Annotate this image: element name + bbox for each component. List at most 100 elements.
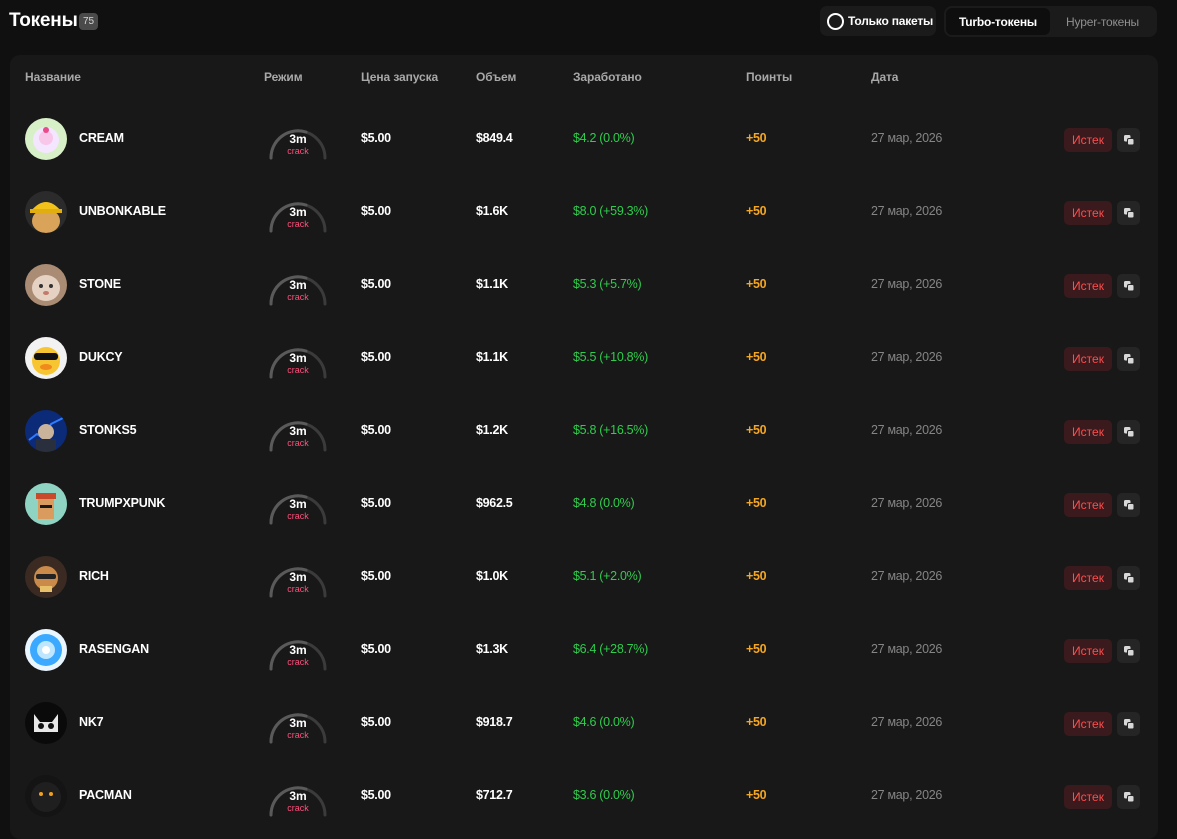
token-name[interactable]: PACMAN <box>79 788 132 802</box>
launch-price: $5.00 <box>361 423 391 437</box>
table-row[interactable]: TRUMPXPUNK 3m crack $5.00 $962.5 $4.8 (0.0%) +… <box>10 468 1158 541</box>
copy-button[interactable] <box>1117 128 1140 152</box>
volume: $712.7 <box>476 788 513 802</box>
points: +50 <box>746 131 767 145</box>
only-packets-toggle[interactable]: Только пакеты <box>820 6 936 36</box>
copy-button[interactable] <box>1117 420 1140 444</box>
trumpxpunk-avatar-icon <box>25 483 67 525</box>
mode-gauge: 3m crack <box>268 635 328 677</box>
volume: $1.1K <box>476 277 508 291</box>
token-name[interactable]: DUKCY <box>79 350 123 364</box>
mode-gauge: 3m crack <box>268 416 328 458</box>
column-header-volume[interactable]: Объем <box>476 70 516 84</box>
launch-price: $5.00 <box>361 131 391 145</box>
mode-gauge: 3m crack <box>268 708 328 750</box>
copy-button[interactable] <box>1117 712 1140 736</box>
mode-label: crack <box>287 219 309 229</box>
copy-button[interactable] <box>1117 493 1140 517</box>
copy-button[interactable] <box>1117 274 1140 298</box>
copy-icon <box>1123 134 1135 146</box>
rich-avatar-icon <box>25 556 67 598</box>
earned: $4.2 (0.0%) <box>573 131 635 145</box>
token-name[interactable]: UNBONKABLE <box>79 204 166 218</box>
token-name[interactable]: RASENGAN <box>79 642 149 656</box>
points: +50 <box>746 788 767 802</box>
launch-price: $5.00 <box>361 715 391 729</box>
copy-icon <box>1123 791 1135 803</box>
status-badge: Истек <box>1064 347 1112 371</box>
mode-time: 3m <box>289 497 307 511</box>
date: 27 мар, 2026 <box>871 277 943 291</box>
date: 27 мар, 2026 <box>871 642 943 656</box>
earned: $3.6 (0.0%) <box>573 788 635 802</box>
token-name[interactable]: RICH <box>79 569 109 583</box>
copy-button[interactable] <box>1117 785 1140 809</box>
dukcy-avatar-icon <box>25 337 67 379</box>
unbonkable-avatar-icon <box>25 191 67 233</box>
date: 27 мар, 2026 <box>871 715 943 729</box>
copy-button[interactable] <box>1117 639 1140 663</box>
mode-gauge: 3m crack <box>268 781 328 823</box>
points: +50 <box>746 715 767 729</box>
status-badge: Истек <box>1064 274 1112 298</box>
table-row[interactable]: PACMAN 3m crack $5.00 $712.7 $3.6 (0.0%) +50 27… <box>10 760 1158 833</box>
token-name[interactable]: CREAM <box>79 131 124 145</box>
mode-gauge: 3m crack <box>268 562 328 604</box>
token-name[interactable]: NK7 <box>79 715 104 729</box>
points: +50 <box>746 496 767 510</box>
copy-button[interactable] <box>1117 201 1140 225</box>
points: +50 <box>746 277 767 291</box>
table-row[interactable]: CREAM 3m crack $5.00 $849.4 $4.2 (0.0%) +50 27 … <box>10 103 1158 176</box>
earned: $6.4 (+28.7%) <box>573 642 648 656</box>
status-badge: Истек <box>1064 201 1112 225</box>
column-header-earned[interactable]: Заработано <box>573 70 642 84</box>
earned: $4.8 (0.0%) <box>573 496 635 510</box>
copy-button[interactable] <box>1117 347 1140 371</box>
column-header-date[interactable]: Дата <box>871 70 898 84</box>
mode-label: crack <box>287 438 309 448</box>
status-badge: Истек <box>1064 639 1112 663</box>
earned: $5.1 (+2.0%) <box>573 569 642 583</box>
date: 27 мар, 2026 <box>871 788 943 802</box>
copy-button[interactable] <box>1117 566 1140 590</box>
volume: $1.0K <box>476 569 508 583</box>
column-header-name[interactable]: Название <box>25 70 81 84</box>
status-badge: Истек <box>1064 128 1112 152</box>
table-row[interactable]: STONE 3m crack $5.00 $1.1K $5.3 (+5.7%) +50 27 … <box>10 249 1158 322</box>
column-header-points[interactable]: Поинты <box>746 70 792 84</box>
radio-circle-icon[interactable] <box>827 12 844 30</box>
mode-label: crack <box>287 146 309 156</box>
page-title: Токены <box>9 10 78 31</box>
table-row[interactable]: STONKS5 3m crack $5.00 $1.2K $5.8 (+16.5%) +50… <box>10 395 1158 468</box>
pacman-avatar-icon <box>25 775 67 817</box>
table-row[interactable]: DUKCY 3m crack $5.00 $1.1K $5.5 (+10.8%) +50 27… <box>10 322 1158 395</box>
table-row[interactable]: RASENGAN 3m crack $5.00 $1.3K $6.4 (+28.7%) +5… <box>10 614 1158 687</box>
only-packets-label: Только пакеты <box>848 14 934 28</box>
points: +50 <box>746 204 767 218</box>
column-header-launch-price[interactable]: Цена запуска <box>361 70 438 84</box>
table-header: Название Режим Цена запуска Объем Зарабо… <box>10 55 1158 99</box>
mode-time: 3m <box>289 716 307 730</box>
status-badge: Истек <box>1064 566 1112 590</box>
token-name[interactable]: STONE <box>79 277 121 291</box>
tab-turbo-tokens[interactable]: Turbo-токены <box>946 8 1050 35</box>
copy-icon <box>1123 353 1135 365</box>
table-row[interactable]: NK7 3m crack $5.00 $918.7 $4.6 (0.0%) +50 27 ма… <box>10 687 1158 760</box>
mode-gauge: 3m crack <box>268 197 328 239</box>
mode-label: crack <box>287 657 309 667</box>
launch-price: $5.00 <box>361 350 391 364</box>
column-header-mode[interactable]: Режим <box>264 70 303 84</box>
table-row[interactable]: UNBONKABLE 3m crack $5.00 $1.6K $8.0 (+59.3%)… <box>10 176 1158 249</box>
launch-price: $5.00 <box>361 496 391 510</box>
nk7-avatar-icon <box>25 702 67 744</box>
status-badge: Истек <box>1064 785 1112 809</box>
date: 27 мар, 2026 <box>871 496 943 510</box>
table-row[interactable]: RICH 3m crack $5.00 $1.0K $5.1 (+2.0%) +50 27 м… <box>10 541 1158 614</box>
token-name[interactable]: TRUMPXPUNK <box>79 496 165 510</box>
token-name[interactable]: STONKS5 <box>79 423 137 437</box>
tab-hyper-tokens[interactable]: Hyper-токены <box>1050 8 1155 35</box>
copy-icon <box>1123 572 1135 584</box>
stonks5-avatar-icon <box>25 410 67 452</box>
volume: $849.4 <box>476 131 513 145</box>
volume: $1.1K <box>476 350 508 364</box>
